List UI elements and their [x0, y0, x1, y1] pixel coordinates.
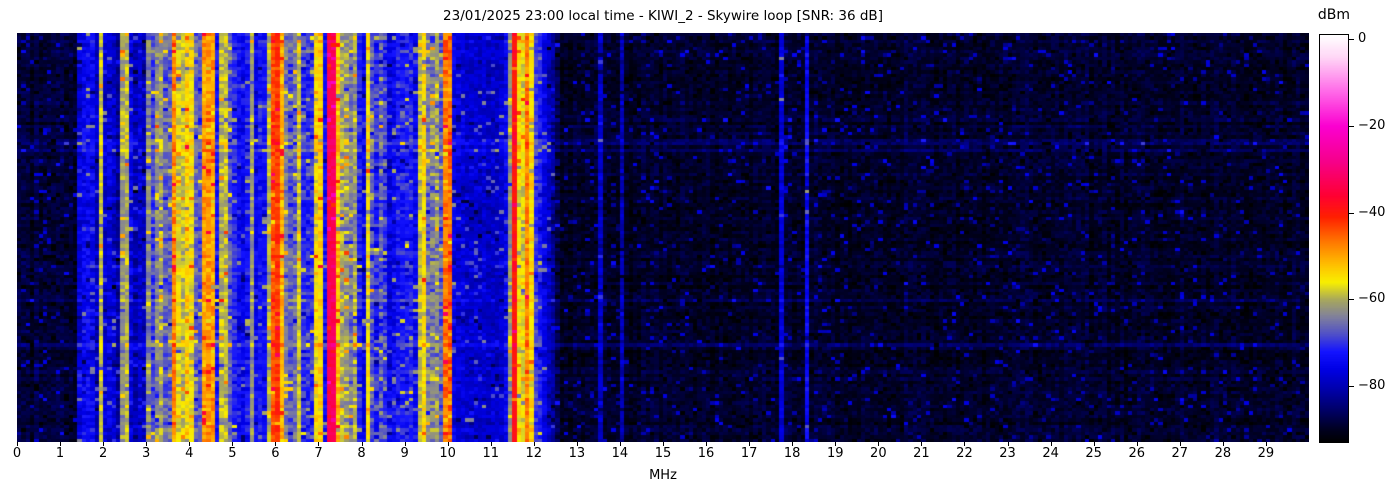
colorbar-tick-label: −60	[1358, 290, 1386, 306]
x-tick-label: 4	[185, 446, 194, 461]
colorbar-tick-mark	[1349, 125, 1354, 127]
x-tick-label: 23	[999, 446, 1016, 461]
x-tick-label: 17	[740, 446, 758, 461]
x-tick-label: 27	[1171, 446, 1189, 461]
x-tick-label: 15	[654, 446, 672, 461]
x-tick-label: 9	[400, 446, 409, 461]
x-tick-label: 2	[98, 446, 108, 461]
x-tick-label: 29	[1257, 446, 1275, 461]
spectrogram-figure: 23/01/2025 23:00 local time - KIWI_2 - S…	[0, 0, 1400, 500]
x-tick-label: 28	[1214, 446, 1232, 461]
x-tick-label: 10	[439, 446, 456, 461]
colorbar-tick-label: −40	[1358, 204, 1386, 220]
x-tick-label: 0	[12, 446, 22, 461]
x-tick-label: 22	[956, 446, 973, 461]
x-tick-label: 21	[913, 446, 930, 461]
colorbar-label: dBm	[1317, 7, 1351, 23]
chart-title: 23/01/2025 23:00 local time - KIWI_2 - S…	[443, 8, 883, 24]
x-tick-label: 3	[142, 446, 151, 461]
x-tick-label: 11	[482, 446, 499, 461]
x-axis-label: MHz	[649, 468, 677, 483]
x-tick-label: 13	[568, 446, 586, 461]
colorbar-gradient	[1319, 34, 1349, 443]
x-tick-label: 8	[357, 446, 366, 461]
x-tick-label: 7	[314, 446, 323, 461]
x-tick-label: 18	[783, 446, 801, 461]
x-tick-label: 6	[271, 446, 280, 461]
x-tick-label: 19	[826, 446, 844, 461]
colorbar-tick-mark	[1349, 212, 1354, 214]
x-tick-label: 5	[228, 446, 237, 461]
colorbar-tick-mark	[1349, 299, 1354, 301]
x-tick-label: 14	[611, 446, 629, 461]
colorbar-tick-label: −20	[1358, 117, 1386, 133]
colorbar-tick-mark	[1349, 39, 1354, 41]
colorbar-tick-label: 0	[1358, 31, 1367, 47]
x-tick-label: 24	[1042, 446, 1059, 461]
colorbar-tick-mark	[1349, 385, 1354, 387]
x-tick-label: 26	[1128, 446, 1145, 461]
x-tick-label: 16	[697, 446, 715, 461]
colorbar-tick-label: −80	[1358, 377, 1386, 393]
x-tick-label: 25	[1085, 446, 1102, 461]
x-tick-label: 1	[55, 446, 65, 461]
waterfall-heatmap	[17, 33, 1309, 442]
x-tick-label: 12	[525, 446, 543, 461]
x-tick-label: 20	[870, 446, 887, 461]
